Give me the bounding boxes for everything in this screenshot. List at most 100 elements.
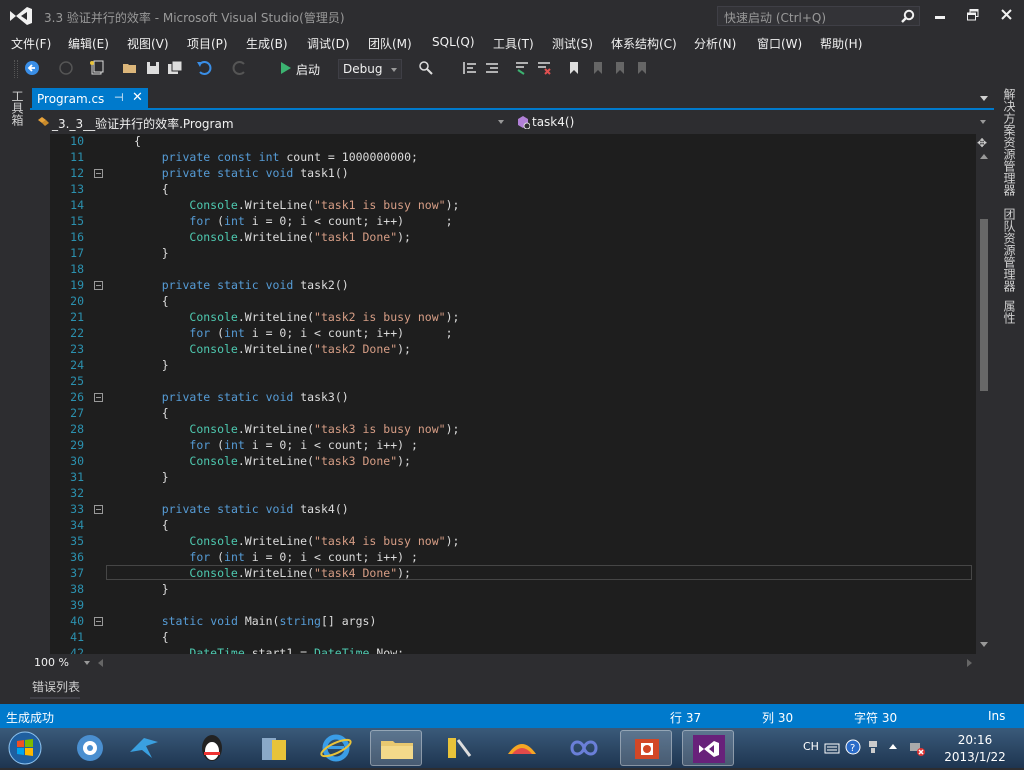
find-in-files-icon[interactable] — [418, 60, 434, 76]
code-line[interactable]: static void Main(string[] args) — [134, 614, 377, 628]
start-button[interactable]: 启动 — [296, 61, 320, 78]
taskbar-colorful-app-icon[interactable] — [496, 730, 548, 766]
properties-tab[interactable]: 属性 — [1001, 300, 1018, 324]
code-line[interactable]: { — [134, 182, 169, 196]
menu-architecture[interactable]: 体系结构(C) — [611, 35, 677, 52]
code-line[interactable]: Console.WriteLine("task3 Done"); — [134, 454, 411, 468]
code-line[interactable]: for (int i = 0; i < count; i++) ; — [134, 550, 418, 564]
tray-settings-icon[interactable] — [866, 739, 880, 755]
taskbar-explorer-icon[interactable] — [370, 730, 422, 766]
scroll-up-icon[interactable] — [980, 154, 988, 159]
menu-debug[interactable]: 调试(D) — [307, 35, 350, 52]
code-line[interactable]: private static void task4() — [134, 502, 349, 516]
code-line[interactable]: } — [134, 358, 169, 372]
code-line[interactable]: Console.WriteLine("task1 is busy now"); — [134, 198, 459, 212]
ime-indicator[interactable]: CH — [803, 740, 819, 753]
scroll-thumb[interactable] — [980, 219, 988, 391]
menu-tools[interactable]: 工具(T) — [493, 35, 534, 52]
menu-analyze[interactable]: 分析(N) — [694, 35, 736, 52]
close-window-button[interactable] — [994, 5, 1018, 25]
next-bookmark-icon[interactable] — [612, 60, 628, 76]
code-line[interactable]: for (int i = 0; i < count; i++) ; — [134, 438, 418, 452]
redo-icon[interactable] — [232, 60, 248, 76]
clock-date[interactable]: 2013/1/22 — [940, 750, 1010, 764]
code-line[interactable]: for (int i = 0; i < count; i++) ; — [134, 326, 452, 340]
code-line[interactable]: } — [134, 246, 169, 260]
code-line[interactable]: Console.WriteLine("task2 is busy now"); — [134, 310, 459, 324]
keyboard-icon[interactable] — [824, 741, 840, 755]
menu-team[interactable]: 团队(M) — [368, 35, 412, 52]
taskbar-bird-app-icon[interactable] — [118, 730, 170, 766]
code-line[interactable]: private const int count = 1000000000; — [134, 150, 418, 164]
code-line[interactable]: Console.WriteLine("task3 is busy now"); — [134, 422, 459, 436]
help-icon[interactable]: ? — [845, 739, 861, 755]
code-line[interactable]: Console.WriteLine("task4 is busy now"); — [134, 534, 459, 548]
save-all-icon[interactable] — [167, 60, 183, 76]
previous-bookmark-icon[interactable] — [590, 60, 606, 76]
code-line[interactable]: Console.WriteLine("task2 Done"); — [134, 342, 411, 356]
close-tab-icon[interactable]: ✕ — [132, 90, 143, 105]
clock-time[interactable]: 20:16 — [952, 733, 998, 747]
start-button-icon[interactable] — [6, 730, 44, 766]
restore-button[interactable] — [961, 5, 985, 25]
menu-window[interactable]: 窗口(W) — [757, 35, 802, 52]
taskbar-ie-icon[interactable] — [310, 730, 362, 766]
menu-file[interactable]: 文件(F) — [11, 35, 51, 52]
scroll-right-icon[interactable] — [967, 659, 972, 667]
error-list-tab[interactable]: 错误列表 — [32, 678, 80, 695]
align-left-icon[interactable] — [462, 60, 478, 76]
start-debugging-icon[interactable] — [278, 60, 294, 76]
menu-view[interactable]: 视图(V) — [127, 35, 169, 52]
taskbar-qq-icon[interactable] — [186, 730, 238, 766]
code-line[interactable]: { — [134, 630, 169, 644]
code-line[interactable]: Console.WriteLine("task1 Done"); — [134, 230, 411, 244]
code-line[interactable]: { — [134, 294, 169, 308]
horizontal-scrollbar[interactable] — [98, 658, 972, 668]
code-line[interactable]: Console.WriteLine("task4 Done"); — [134, 566, 411, 580]
collapse-region-icon[interactable] — [94, 169, 103, 178]
minimize-button[interactable] — [928, 5, 952, 25]
team-explorer-tab[interactable]: 团队资源管理器 — [1001, 208, 1018, 292]
navigate-back-icon[interactable] — [24, 60, 40, 76]
menu-test[interactable]: 测试(S) — [552, 35, 593, 52]
pin-icon[interactable]: ⊣ — [114, 91, 124, 104]
clear-bookmarks-icon[interactable] — [634, 60, 650, 76]
taskbar-server-icon[interactable] — [248, 730, 300, 766]
bookmark-icon[interactable] — [566, 60, 582, 76]
code-line[interactable]: DateTime start1 = DateTime.Now; — [134, 646, 404, 654]
toolbox-tab[interactable]: 工具箱 — [9, 90, 26, 126]
align-indent-icon[interactable] — [484, 60, 500, 76]
collapse-region-icon[interactable] — [94, 281, 103, 290]
taskbar-powerpoint-icon[interactable] — [620, 730, 672, 766]
taskbar-tools-icon[interactable] — [432, 730, 484, 766]
network-icon[interactable] — [908, 739, 926, 757]
tab-program-cs[interactable]: Program.cs ⊣ ✕ — [32, 88, 148, 110]
scroll-left-icon[interactable] — [98, 659, 103, 667]
menu-sql[interactable]: SQL(Q) — [432, 35, 475, 49]
taskbar-infinity-app-icon[interactable] — [558, 730, 610, 766]
code-line[interactable]: for (int i = 0; i < count; i++) ; — [134, 214, 452, 228]
search-icon[interactable] — [901, 9, 915, 23]
code-line[interactable]: private static void task2() — [134, 278, 349, 292]
collapse-region-icon[interactable] — [94, 617, 103, 626]
menu-project[interactable]: 项目(P) — [187, 35, 228, 52]
code-editor[interactable]: 10 11 12 13 14 15 16 17 18 19 20 21 22 23 24 25 26 27 28 29… — [50, 134, 976, 654]
member-dropdown[interactable]: task4() — [512, 112, 992, 132]
navigate-forward-icon[interactable] — [58, 60, 74, 76]
code-line[interactable]: { — [134, 134, 141, 148]
show-hidden-icons-icon[interactable] — [888, 742, 898, 750]
zoom-select[interactable]: 100 % — [34, 656, 92, 670]
undo-icon[interactable] — [196, 60, 212, 76]
solution-configuration-select[interactable]: Debug — [338, 59, 402, 79]
code-line[interactable]: private static void task3() — [134, 390, 349, 404]
scroll-down-icon[interactable] — [980, 642, 988, 647]
open-file-icon[interactable] — [122, 60, 138, 76]
comment-out-icon[interactable] — [514, 60, 530, 76]
collapse-region-icon[interactable] — [94, 393, 103, 402]
vertical-scrollbar[interactable]: ✥ — [976, 134, 992, 654]
taskbar-media-app-icon[interactable] — [64, 730, 116, 766]
code-line[interactable]: { — [134, 406, 169, 420]
tab-list-dropdown-icon[interactable] — [980, 96, 988, 101]
code-line[interactable]: } — [134, 470, 169, 484]
menu-build[interactable]: 生成(B) — [246, 35, 288, 52]
